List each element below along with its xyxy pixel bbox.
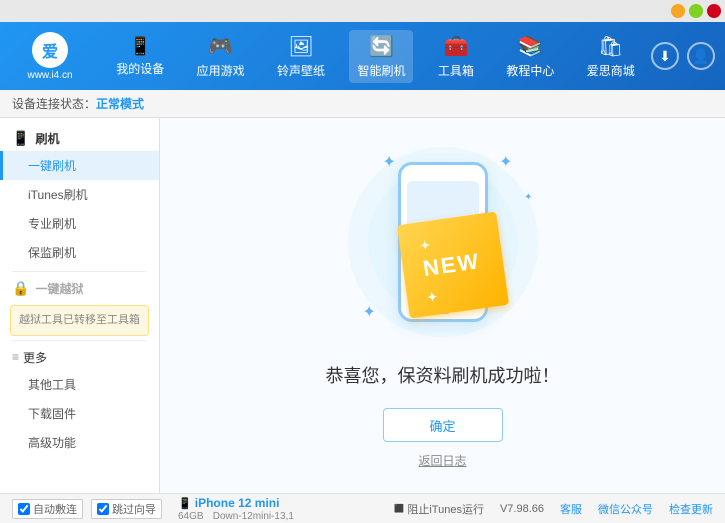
skip-wizard-checkbox[interactable]: 跳过向导 [91, 499, 162, 519]
confirm-button[interactable]: 确定 [383, 408, 503, 442]
nav-shop-icon: 🛍 [598, 34, 623, 59]
sidebar-section-flash: 📱 刷机 [0, 126, 159, 151]
status-bar: 设备连接状态： 正常模式 [0, 90, 725, 118]
sparkle-3: ✦ [363, 302, 376, 322]
jailbreak-section-title: 一键越狱 [35, 280, 83, 297]
sidebar-item-other-tools[interactable]: 其他工具 [0, 370, 159, 399]
nav-apps-games-icon: 🎮 [208, 34, 233, 59]
device-info: 📱 iPhone 12 mini 64GB Down-12mini-13,1 [178, 496, 294, 522]
bottom-right: 阻止iTunes运行 V7.98.66 客服 微信公众号 检查更新 [394, 501, 713, 517]
nav-bar: 📱 我的设备 🎮 应用游戏 🖼 铃声壁纸 🔄 智能刷机 🧰 工具箱 📚 教程中心… [100, 30, 651, 83]
nav-my-device-icon: 📱 [129, 36, 151, 57]
wechat-public-link[interactable]: 微信公众号 [598, 501, 653, 517]
nav-wallpaper[interactable]: 🖼 铃声壁纸 [269, 30, 333, 83]
skip-wizard-input[interactable] [97, 503, 109, 515]
nav-wallpaper-icon: 🖼 [288, 34, 313, 59]
status-value: 正常模式 [96, 95, 144, 112]
auto-connect-checkbox[interactable]: 自动敷连 [12, 499, 83, 519]
divider-2 [12, 340, 147, 341]
flash-section-title: 刷机 [35, 130, 59, 147]
jailbreak-note: 越狱工具已转移至工具箱 [10, 305, 149, 336]
nav-smart-flash-label: 智能刷机 [357, 62, 405, 79]
version-label: V7.98.66 [500, 503, 544, 515]
logo-icon: 爱 [32, 32, 68, 68]
check-update-link[interactable]: 检查更新 [669, 501, 713, 517]
nav-toolbox-icon: 🧰 [443, 34, 468, 59]
nav-smart-flash-icon: 🔄 [369, 34, 394, 59]
nav-toolbox[interactable]: 🧰 工具箱 [430, 30, 482, 83]
phone-illustration: ✦ ✦ ✦ ✦ NEW [343, 142, 543, 342]
divider-1 [12, 271, 147, 272]
sidebar-item-pro-flash[interactable]: 专业刷机 [0, 209, 159, 238]
sidebar-section-jailbreak: 🔒 一键越狱 [0, 276, 159, 301]
success-message: 恭喜您，保资料刷机成功啦！ [326, 362, 560, 388]
status-label: 设备连接状态： [12, 95, 96, 112]
stop-itunes[interactable]: 阻止iTunes运行 [394, 501, 484, 517]
nav-tutorial[interactable]: 📚 教程中心 [498, 30, 562, 83]
sparkle-4: ✦ [524, 192, 532, 203]
nav-tutorial-label: 教程中心 [506, 62, 554, 79]
user-btn[interactable]: 👤 [687, 42, 715, 70]
device-icon: 📱 [178, 498, 192, 510]
minimize-btn[interactable] [671, 4, 685, 18]
more-section-title: 更多 [23, 349, 47, 366]
sidebar-item-itunes-flash[interactable]: iTunes刷机 [0, 180, 159, 209]
nav-wallpaper-label: 铃声壁纸 [277, 62, 325, 79]
sparkle-2: ✦ [499, 152, 512, 172]
sidebar-item-advanced[interactable]: 高级功能 [0, 428, 159, 457]
sparkle-1: ✦ [383, 152, 396, 172]
customer-service-link[interactable]: 客服 [560, 501, 582, 517]
more-section-icon: ≡ [12, 350, 19, 364]
sidebar: 📱 刷机 一键刷机 iTunes刷机 专业刷机 保监刷机 🔒 一键越狱 越狱工具… [0, 118, 160, 493]
nav-shop[interactable]: 🛍 爱思商城 [579, 30, 643, 83]
header: 爱 www.i4.cn 📱 我的设备 🎮 应用游戏 🖼 铃声壁纸 🔄 智能刷机 … [0, 22, 725, 90]
nav-tutorial-icon: 📚 [518, 34, 543, 59]
auto-connect-label: 自动敷连 [33, 501, 77, 517]
nav-toolbox-label: 工具箱 [438, 62, 474, 79]
nav-apps-games[interactable]: 🎮 应用游戏 [189, 30, 253, 83]
nav-my-device[interactable]: 📱 我的设备 [108, 32, 172, 81]
skip-wizard-label: 跳过向导 [112, 501, 156, 517]
content-area: ✦ ✦ ✦ ✦ NEW 恭喜您，保资料刷机成功啦！ 确定 返回日志 [160, 118, 725, 493]
logo-url: www.i4.cn [27, 70, 72, 81]
nav-apps-games-label: 应用游戏 [197, 62, 245, 79]
sidebar-section-more: ≡ 更多 [0, 345, 159, 370]
back-home-link[interactable]: 返回日志 [418, 452, 466, 469]
download-btn[interactable]: ⬇ [651, 42, 679, 70]
new-banner: NEW [396, 211, 508, 318]
jailbreak-section-icon: 🔒 [12, 280, 29, 297]
nav-my-device-label: 我的设备 [116, 60, 164, 77]
auto-connect-input[interactable] [18, 503, 30, 515]
logo[interactable]: 爱 www.i4.cn [10, 32, 90, 81]
bottom-left: 自动敷连 跳过向导 📱 iPhone 12 mini 64GB Down-12m… [12, 496, 394, 522]
title-bar [0, 0, 725, 22]
bottom-bar: 自动敷连 跳过向导 📱 iPhone 12 mini 64GB Down-12m… [0, 493, 725, 523]
flash-section-icon: 📱 [12, 130, 29, 147]
close-btn[interactable] [707, 4, 721, 18]
sidebar-item-save-flash[interactable]: 保监刷机 [0, 238, 159, 267]
device-name: iPhone 12 mini [195, 496, 280, 510]
nav-smart-flash[interactable]: 🔄 智能刷机 [349, 30, 413, 83]
maximize-btn[interactable] [689, 4, 703, 18]
device-storage: 64GB [178, 511, 204, 522]
nav-shop-label: 爱思商城 [587, 62, 635, 79]
sidebar-item-download-fw[interactable]: 下载固件 [0, 399, 159, 428]
device-model: Down-12mini-13,1 [213, 511, 294, 522]
nav-right: ⬇ 👤 [651, 42, 715, 70]
main-layout: 📱 刷机 一键刷机 iTunes刷机 专业刷机 保监刷机 🔒 一键越狱 越狱工具… [0, 118, 725, 493]
sidebar-item-one-click-flash[interactable]: 一键刷机 [0, 151, 159, 180]
